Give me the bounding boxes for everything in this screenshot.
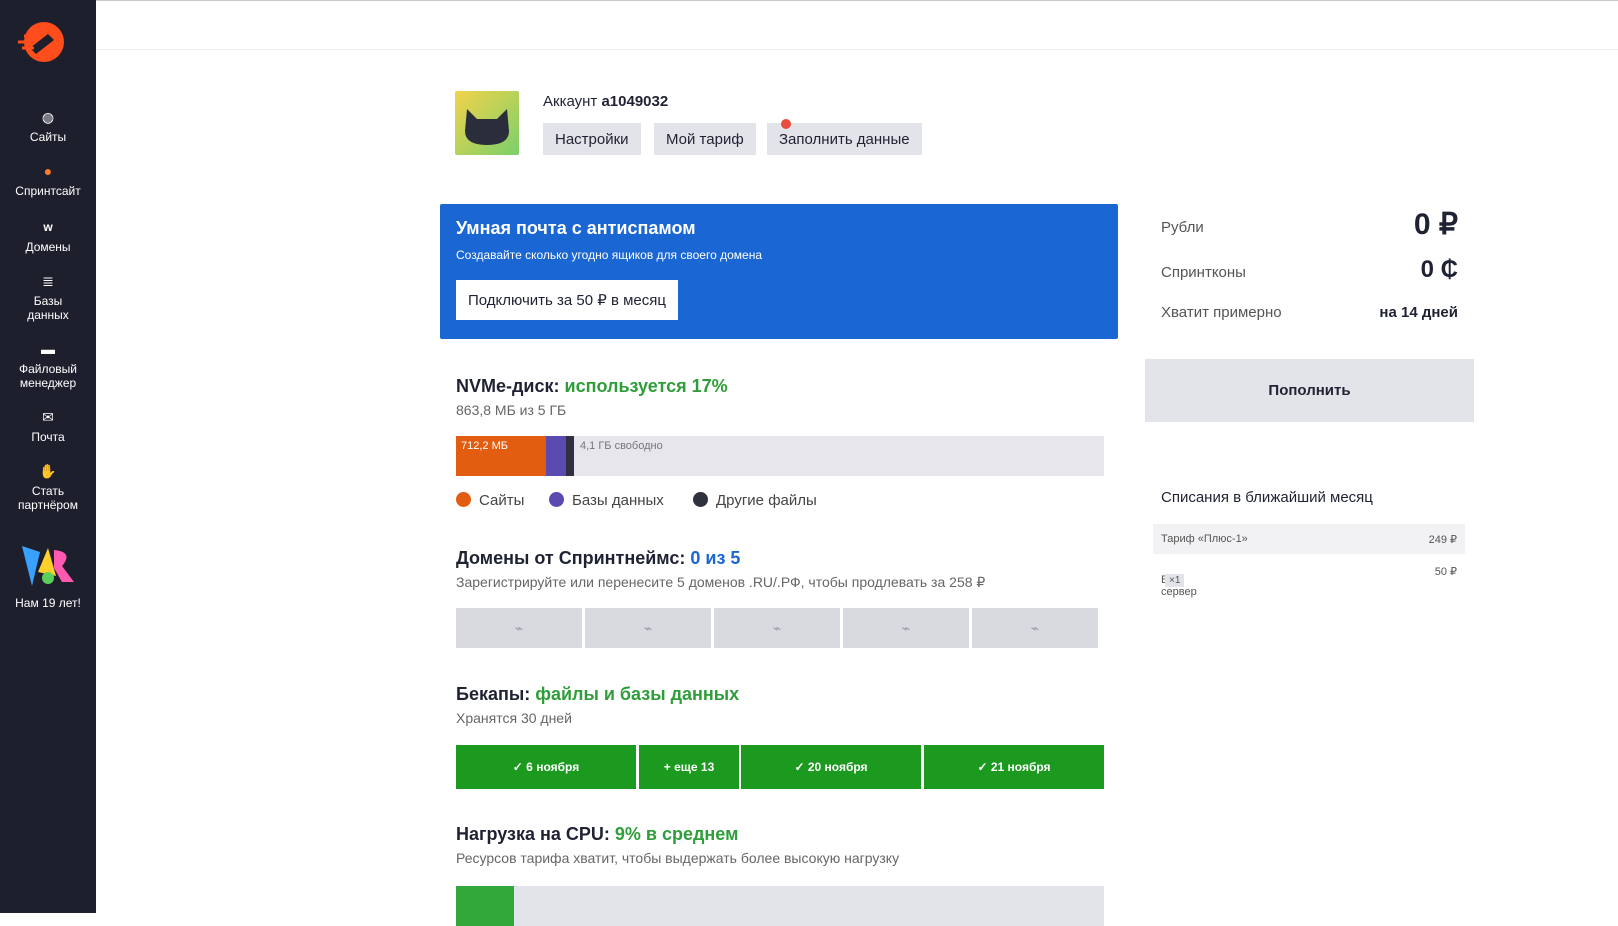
backup-item[interactable]: ✓ 6 ноября	[456, 745, 636, 789]
sidebar: ◍ Сайты ● Спринтсайт w Домены ≣ Базы дан…	[0, 0, 96, 913]
anniversary-label[interactable]: Нам 19 лет!	[0, 596, 96, 610]
disk-title-label: NVMe-диск:	[456, 376, 560, 396]
cpu-load-fill	[456, 886, 515, 926]
backups-title-label: Бекапы:	[456, 684, 531, 704]
cat-icon	[465, 109, 509, 145]
promo-banner: Умная почта с антиспамом Создавайте скол…	[440, 204, 1118, 339]
coins-label: Спринтконы	[1161, 264, 1246, 281]
backup-more[interactable]: + еще 13	[639, 745, 739, 789]
domains-title: Домены от Спринтнеймс: 0 из 5	[456, 548, 740, 569]
domain-slot[interactable]: ⌁	[585, 608, 711, 648]
enough-label: Хватит примерно	[1161, 304, 1282, 321]
top-bar	[96, 0, 1618, 50]
topup-button[interactable]: Пополнить	[1145, 359, 1474, 422]
domain-slot-icon: ⌁	[901, 620, 911, 636]
fill-data-button[interactable]: Заполнить данные	[767, 123, 922, 155]
sidebar-item-file-manager[interactable]: ▬ Файловый менеджер	[0, 340, 96, 390]
charges-title: Списания в ближайший месяц	[1161, 489, 1373, 506]
legend-dot-icon	[456, 492, 471, 507]
folder-icon: ▬	[41, 341, 55, 357]
account-title: Аккаунт a1049032	[543, 93, 668, 110]
domain-slot[interactable]: ⌁	[843, 608, 969, 648]
sidebar-item-mail[interactable]: ✉ Почта	[0, 408, 96, 444]
charge-name: Тариф «Плюс-1»	[1161, 533, 1248, 545]
quantity-chip: ×1	[1165, 574, 1185, 587]
sidebar-item-databases[interactable]: ≣ Базы данных	[0, 272, 96, 322]
backups-status: файлы и базы данных	[535, 684, 740, 704]
charge-row: Тариф «Плюс-1» 249 ₽	[1153, 524, 1465, 554]
sprintsite-icon: ●	[43, 163, 53, 179]
charge-amount: 50 ₽	[1434, 566, 1457, 578]
sidebar-item-partner[interactable]: ✋ Стать партнёром	[0, 462, 96, 512]
domain-slot-icon: ⌁	[514, 620, 524, 636]
disk-usage-bar[interactable]: 712,2 МБ 4,1 ГБ свободно	[456, 436, 1104, 476]
legend-label: Другие файлы	[716, 492, 817, 509]
legend-label: Сайты	[479, 492, 525, 509]
domain-slot[interactable]: ⌁	[972, 608, 1098, 648]
rubles-label: Рубли	[1161, 219, 1204, 236]
sidebar-item-sprintsite[interactable]: ● Спринтсайт	[0, 162, 96, 198]
domains-count: 0 из 5	[690, 548, 741, 568]
domains-title-label: Домены от Спринтнеймс:	[456, 548, 686, 568]
settings-button[interactable]: Настройки	[543, 123, 641, 155]
notification-dot	[781, 119, 791, 129]
domain-slot-icon: ⌁	[1030, 620, 1040, 636]
sidebar-item-label: Домены	[25, 240, 71, 254]
my-tariff-button[interactable]: Мой тариф	[654, 123, 756, 155]
sidebar-item-label: Спринтсайт	[15, 184, 81, 198]
enough-value: на 14 дней	[1379, 304, 1458, 321]
handshake-icon: ✋	[39, 463, 57, 479]
account-prefix: Аккаунт	[543, 93, 598, 110]
domain-slot[interactable]: ⌁	[456, 608, 582, 648]
legend-dot-icon	[693, 492, 708, 507]
cpu-title-label: Нагрузка на CPU:	[456, 824, 610, 844]
disk-segment-other	[566, 436, 574, 476]
anniversary-badge-icon[interactable]	[18, 542, 78, 590]
sidebar-item-sites[interactable]: ◍ Сайты	[0, 108, 96, 144]
coins-value: 0 ₵	[1420, 256, 1458, 283]
domain-slot-icon: ⌁	[643, 620, 653, 636]
disk-free-label: 4,1 ГБ свободно	[580, 440, 663, 452]
legend-sites: Сайты	[456, 492, 524, 509]
disk-used-label: 712,2 МБ	[461, 440, 508, 452]
promo-subtitle: Создавайте сколько угодно ящиков для сво…	[456, 248, 762, 262]
legend-other: Другие файлы	[693, 492, 817, 509]
mail-icon: ✉	[42, 409, 54, 425]
sidebar-item-label: Файловый менеджер	[18, 362, 77, 390]
backup-item[interactable]: ✓ 21 ноября	[924, 745, 1104, 789]
backups-title: Бекапы: файлы и базы данных	[456, 684, 739, 705]
domain-slot-icon: ⌁	[772, 620, 782, 636]
domain-icon: w	[43, 220, 53, 234]
rubles-value: 0 ₽	[1413, 208, 1458, 241]
sidebar-item-label: Стать партнёром	[18, 484, 78, 512]
cpu-subtitle: Ресурсов тарифа хватит, чтобы выдержать …	[456, 850, 900, 866]
database-icon: ≣	[42, 273, 54, 289]
sidebar-item-label: Сайты	[29, 130, 67, 144]
globe-icon: ◍	[41, 109, 55, 125]
rocket-logo-icon[interactable]	[14, 20, 68, 64]
legend-databases: Базы данных	[549, 492, 664, 509]
disk-segment-databases	[546, 436, 566, 476]
domains-subtitle: Зарегистрируйте или перенесите 5 доменов…	[456, 574, 986, 590]
sidebar-item-domains[interactable]: w Домены	[0, 218, 96, 254]
avatar[interactable]	[455, 91, 519, 155]
account-id: a1049032	[601, 93, 669, 110]
backups-subtitle: Хранятся 30 дней	[456, 710, 572, 726]
charge-row: Веб-сервер×1 50 ₽	[1153, 556, 1465, 598]
cpu-title: Нагрузка на CPU: 9% в среднем	[456, 824, 738, 845]
disk-subtitle: 863,8 МБ из 5 ГБ	[456, 402, 567, 418]
backup-item[interactable]: ✓ 20 ноября	[741, 745, 921, 789]
sidebar-item-label: Базы данных	[27, 294, 69, 322]
legend-label: Базы данных	[572, 492, 664, 509]
disk-title: NVMe-диск: используется 17%	[456, 376, 728, 397]
sidebar-item-label: Почта	[31, 430, 65, 444]
promo-title: Умная почта с антиспамом	[456, 218, 696, 238]
connect-mail-button[interactable]: Подключить за 50 ₽ в месяц	[456, 280, 678, 320]
domain-slot[interactable]: ⌁	[714, 608, 840, 648]
legend-dot-icon	[549, 492, 564, 507]
cpu-value: 9% в среднем	[614, 824, 739, 844]
cpu-load-bar[interactable]	[456, 886, 1104, 926]
charge-amount: 249 ₽	[1428, 534, 1457, 546]
disk-usage: используется 17%	[564, 376, 728, 396]
